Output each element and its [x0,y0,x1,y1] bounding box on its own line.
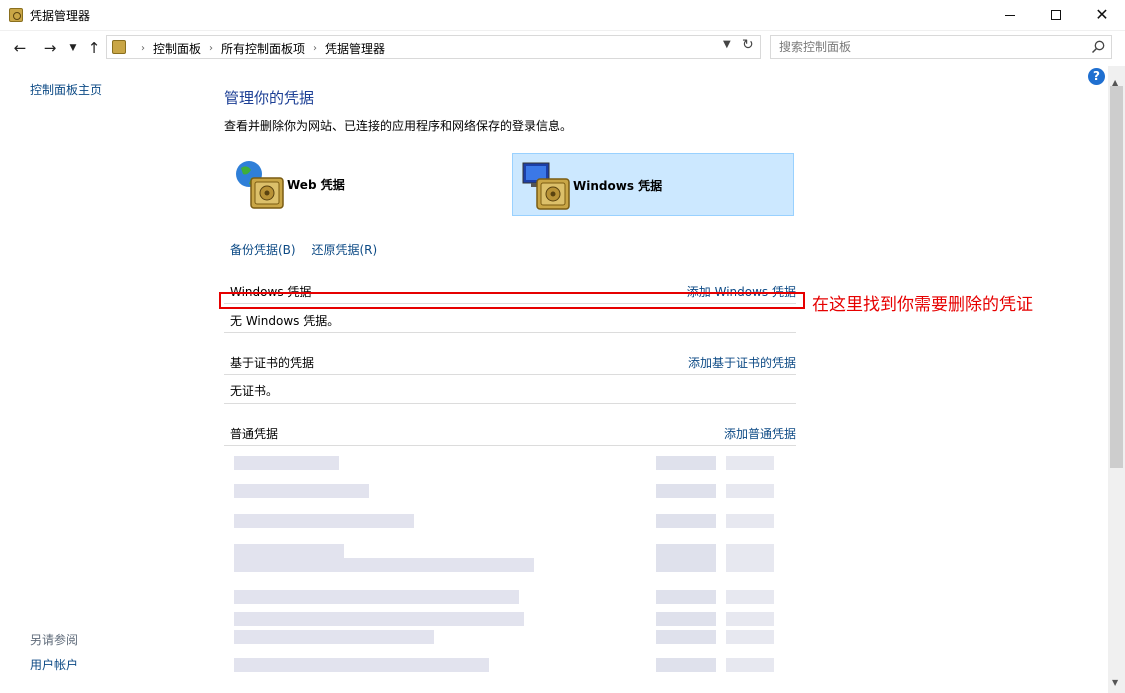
breadcrumb-separator[interactable]: › [209,43,213,54]
forward-button[interactable]: → [40,38,60,58]
search-icon[interactable] [1090,39,1106,55]
breadcrumb-all-items[interactable]: 所有控制面板项 [221,40,305,57]
minimize-icon [1005,15,1015,16]
refresh-button[interactable]: ↻ [742,37,754,53]
backup-restore-links: 备份凭据(B) 还原凭据(R) [230,241,389,258]
maximize-button[interactable] [1033,0,1079,31]
list-item[interactable] [226,507,796,535]
close-button[interactable]: ✕ [1079,0,1125,31]
generic-credentials-list [226,447,796,693]
up-button[interactable]: ↑ [85,38,103,58]
left-pane: 控制面板主页 另请参阅 用户帐户 [0,66,200,693]
search-input[interactable] [779,39,1079,55]
breadcrumb-control-panel[interactable]: 控制面板 [153,40,201,57]
globe-vault-icon [233,158,287,212]
certificate-empty-text: 无证书。 [230,384,279,398]
annotation-text: 在这里找到你需要删除的凭证 [812,295,1033,315]
restore-credentials-link[interactable]: 还原凭据(R) [311,243,377,257]
see-also-heading: 另请参阅 [30,633,79,647]
add-certificate-credential-link[interactable]: 添加基于证书的凭据 [688,354,796,371]
divider [224,374,796,375]
web-credentials-label: Web 凭据 [287,178,345,192]
page-description: 查看并删除你为网站、已连接的应用程序和网络保存的登录信息。 [224,119,573,133]
backup-credentials-link[interactable]: 备份凭据(B) [230,243,296,257]
computer-vault-icon [519,159,573,213]
address-bar[interactable]: › 控制面板 › 所有控制面板项 › 凭据管理器 ▼ ↻ [106,35,761,59]
breadcrumb-separator[interactable]: › [313,43,317,54]
web-credentials-tile[interactable]: Web 凭据 [231,153,513,216]
vertical-scrollbar[interactable]: ▲ ▼ [1108,66,1125,693]
add-generic-credential-link[interactable]: 添加普通凭据 [724,425,796,442]
scrollbar-thumb[interactable] [1110,86,1123,468]
windows-credentials-label: Windows 凭据 [573,179,663,193]
scroll-down-icon[interactable]: ▼ [1112,678,1118,687]
divider [224,403,796,404]
windows-credentials-tile[interactable]: Windows 凭据 [512,153,794,216]
back-button[interactable]: ← [10,38,30,58]
page-title: 管理你的凭据 [224,89,315,107]
windows-credentials-empty-text: 无 Windows 凭据。 [230,314,340,328]
divider [224,332,796,333]
control-panel-icon [112,40,126,54]
recent-locations-button[interactable]: ▼ [66,38,80,58]
user-accounts-link[interactable]: 用户帐户 [30,656,78,673]
list-item[interactable] [226,623,796,651]
breadcrumb-credential-manager[interactable]: 凭据管理器 [325,40,385,57]
address-dropdown-button[interactable]: ▼ [723,39,731,50]
search-box[interactable] [770,35,1112,59]
breadcrumb: › 控制面板 › 所有控制面板项 › 凭据管理器 [133,40,385,57]
help-icon[interactable]: ? [1088,68,1105,85]
maximize-icon [1051,10,1061,20]
list-item[interactable] [226,477,796,505]
list-item[interactable] [226,651,796,679]
annotation-highlight-box [219,292,805,309]
address-toolbar: ← → ▼ ↑ › 控制面板 › 所有控制面板项 › 凭据管理器 ▼ ↻ [0,32,1125,64]
credential-manager-icon [9,8,23,22]
divider [224,445,796,446]
minimize-button[interactable] [987,0,1033,31]
title-bar: 凭据管理器 ✕ [0,0,1125,31]
certificate-credentials-heading: 基于证书的凭据 [230,356,315,370]
breadcrumb-separator: › [141,43,145,54]
window-title: 凭据管理器 [30,9,91,23]
list-item[interactable] [226,449,796,477]
list-item[interactable] [226,551,796,579]
control-panel-home-link[interactable]: 控制面板主页 [30,81,102,98]
generic-credentials-heading: 普通凭据 [230,427,279,441]
